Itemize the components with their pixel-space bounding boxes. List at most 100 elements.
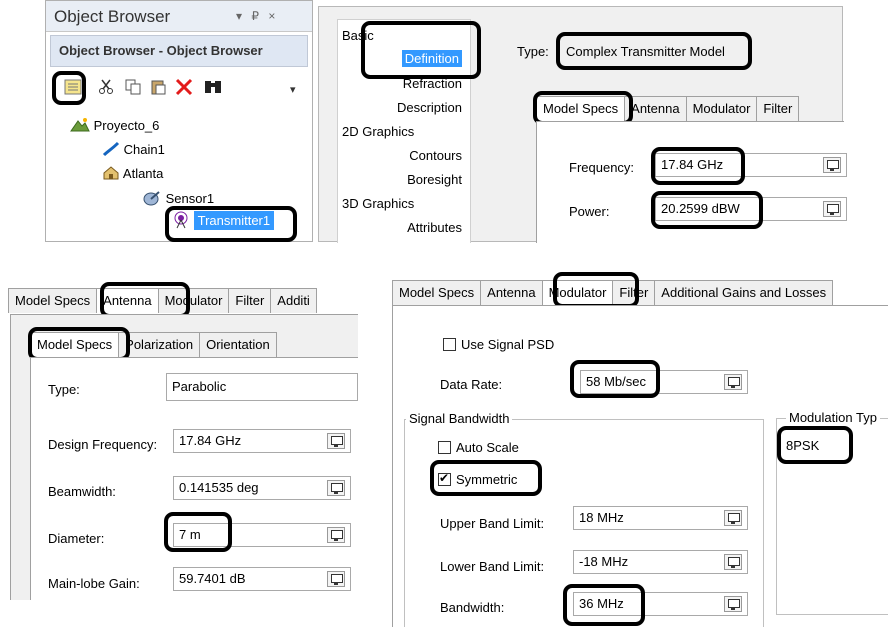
data-rate-field[interactable]: 58 Mb/sec (580, 370, 748, 394)
pane-titlebar: Object Browser ▾ ₽ × (46, 1, 312, 32)
quantity-selector-icon[interactable] (823, 157, 841, 173)
symmetric-checkbox[interactable]: ✔ (438, 471, 451, 486)
quantity-selector-icon[interactable] (327, 480, 345, 496)
auto-scale-checkbox[interactable] (438, 441, 451, 454)
paste-icon[interactable] (150, 79, 166, 95)
quantity-selector-icon[interactable] (724, 374, 742, 390)
nav-item[interactable]: Attributes (407, 220, 462, 235)
tab-filter[interactable]: Filter (756, 96, 800, 121)
bandwidth-label: Bandwidth: (440, 600, 505, 615)
quantity-selector-icon[interactable] (724, 554, 742, 570)
nav-item[interactable]: Description (397, 100, 462, 115)
nav-item[interactable]: Refraction (403, 76, 462, 91)
nav-item[interactable]: Basic (342, 28, 374, 43)
quantity-selector-icon[interactable] (724, 596, 742, 612)
tab-additional[interactable]: Additi (270, 288, 317, 313)
pane-controls[interactable]: ▾ ₽ × (236, 9, 278, 23)
upper-band-limit-label: Upper Band Limit: (440, 516, 545, 531)
quantity-selector-icon[interactable] (327, 571, 345, 587)
use-signal-psd-checkbox[interactable] (443, 338, 456, 351)
scenario-icon (70, 118, 90, 132)
new-object-icon[interactable] (64, 79, 82, 95)
tree-item-sensor[interactable]: Sensor1 (142, 189, 214, 207)
subtab-model-specs[interactable]: Model Specs (30, 332, 120, 357)
nav-item[interactable]: 2D Graphics (342, 124, 414, 139)
design-frequency-label: Design Frequency: (48, 437, 158, 452)
tab-additional-gains[interactable]: Additional Gains and Losses (654, 280, 834, 305)
tree-item-label: Proyecto_6 (93, 118, 160, 133)
object-browser-panel: Object Browser ▾ ₽ × Object Browser - Ob… (45, 0, 313, 242)
auto-scale-label: Auto Scale (456, 440, 519, 455)
browser-toolbar: ▾ (50, 69, 308, 111)
tree-item-transmitter[interactable]: Transmitter1 (172, 211, 275, 233)
facility-icon (103, 166, 119, 180)
tab-filter[interactable]: Filter (612, 280, 656, 305)
cut-icon[interactable] (98, 79, 114, 95)
main-lobe-gain-field[interactable]: 59.7401 dB (173, 567, 351, 591)
tree-item-label: Atlanta (122, 166, 164, 181)
delete-icon[interactable] (175, 78, 193, 96)
copy-icon[interactable] (125, 79, 141, 95)
antenna-type-field[interactable]: Parabolic (166, 373, 358, 401)
tree-item-chain[interactable]: Chain1 (102, 141, 165, 157)
tab-model-specs[interactable]: Model Specs (536, 96, 626, 121)
modulation-type-value[interactable]: 8PSK (786, 438, 819, 453)
nav-item[interactable]: Contours (409, 148, 462, 163)
diameter-field[interactable]: 7 m (173, 523, 351, 547)
nav-item[interactable]: Definition (401, 50, 462, 67)
quantity-selector-icon[interactable] (823, 201, 841, 217)
antenna-panel: Model Specs Antenna Modulator Filter Additi … (8, 278, 358, 600)
frequency-field[interactable]: 17.84 GHz (655, 153, 847, 177)
lower-band-limit-value: -18 MHz (579, 554, 629, 569)
upper-band-limit-field[interactable]: 18 MHz (573, 506, 748, 530)
antenna-subtabbar: Model Specs Polarization Orientation (30, 332, 277, 357)
properties-panel: Basic Definition Refraction Description 2D G… (318, 6, 847, 243)
quantity-selector-icon[interactable] (327, 433, 345, 449)
bandwidth-value: 36 MHz (579, 596, 624, 611)
nav-item[interactable]: 3D Graphics (342, 196, 414, 211)
signal-bandwidth-title: Signal Bandwidth (406, 411, 513, 426)
browser-header: Object Browser - Object Browser (50, 35, 308, 67)
beamwidth-field[interactable]: 0.141535 deg (173, 476, 351, 500)
tree-item-scenario[interactable]: Proyecto_6 (70, 117, 159, 133)
tab-filter[interactable]: Filter (228, 288, 272, 313)
power-field[interactable]: 20.2599 dBW (655, 197, 847, 221)
tree-item-label: Sensor1 (165, 191, 215, 206)
main-lobe-gain-label: Main-lobe Gain: (48, 576, 140, 591)
tab-antenna[interactable]: Antenna (624, 96, 687, 121)
browser-header-title: Object Browser - Object Browser (59, 43, 263, 58)
quantity-selector-icon[interactable] (327, 527, 345, 543)
subtab-polarization[interactable]: Polarization (118, 332, 201, 357)
frequency-value: 17.84 GHz (661, 157, 724, 172)
object-tree: Proyecto_6 Chain1 Atlanta Sensor1 Transm… (50, 113, 308, 241)
tab-antenna[interactable]: Antenna (480, 280, 543, 305)
diameter-label: Diameter: (48, 531, 105, 546)
antenna-type-value: Parabolic (172, 379, 227, 394)
modulator-panel: Model Specs Antenna Modulator Filter Additio… (392, 272, 888, 627)
tab-modulator[interactable]: Modulator (541, 280, 614, 305)
tab-antenna[interactable]: Antenna (96, 288, 159, 313)
subtab-orientation[interactable]: Orientation (199, 332, 277, 357)
power-label: Power: (569, 204, 610, 219)
modulation-type-title: Modulation Typ (786, 410, 880, 425)
bandwidth-field[interactable]: 36 MHz (573, 592, 748, 616)
chain-icon (102, 141, 120, 157)
tab-modulator[interactable]: Modulator (685, 96, 758, 121)
quantity-selector-icon[interactable] (724, 510, 742, 526)
find-binoculars-icon[interactable] (203, 78, 223, 96)
checkmark-icon: ✔ (439, 471, 450, 485)
beamwidth-label: Beamwidth: (48, 484, 116, 499)
lower-band-limit-field[interactable]: -18 MHz (573, 550, 748, 574)
tab-modulator[interactable]: Modulator (157, 288, 230, 313)
tab-model-specs[interactable]: Model Specs (392, 280, 482, 305)
toolbar-overflow-icon[interactable]: ▾ (290, 83, 296, 96)
design-frequency-field[interactable]: 17.84 GHz (173, 429, 351, 453)
nav-item[interactable]: Boresight (407, 172, 462, 187)
frequency-label: Frequency: (569, 160, 635, 175)
symmetric-label: Symmetric (456, 472, 518, 487)
tab-model-specs[interactable]: Model Specs (8, 288, 98, 313)
model-specs-pane (536, 121, 844, 243)
tree-item-label: Chain1 (123, 142, 165, 157)
tree-item-facility[interactable]: Atlanta (102, 165, 163, 181)
modulation-type-list[interactable]: 8PSK (780, 432, 888, 462)
